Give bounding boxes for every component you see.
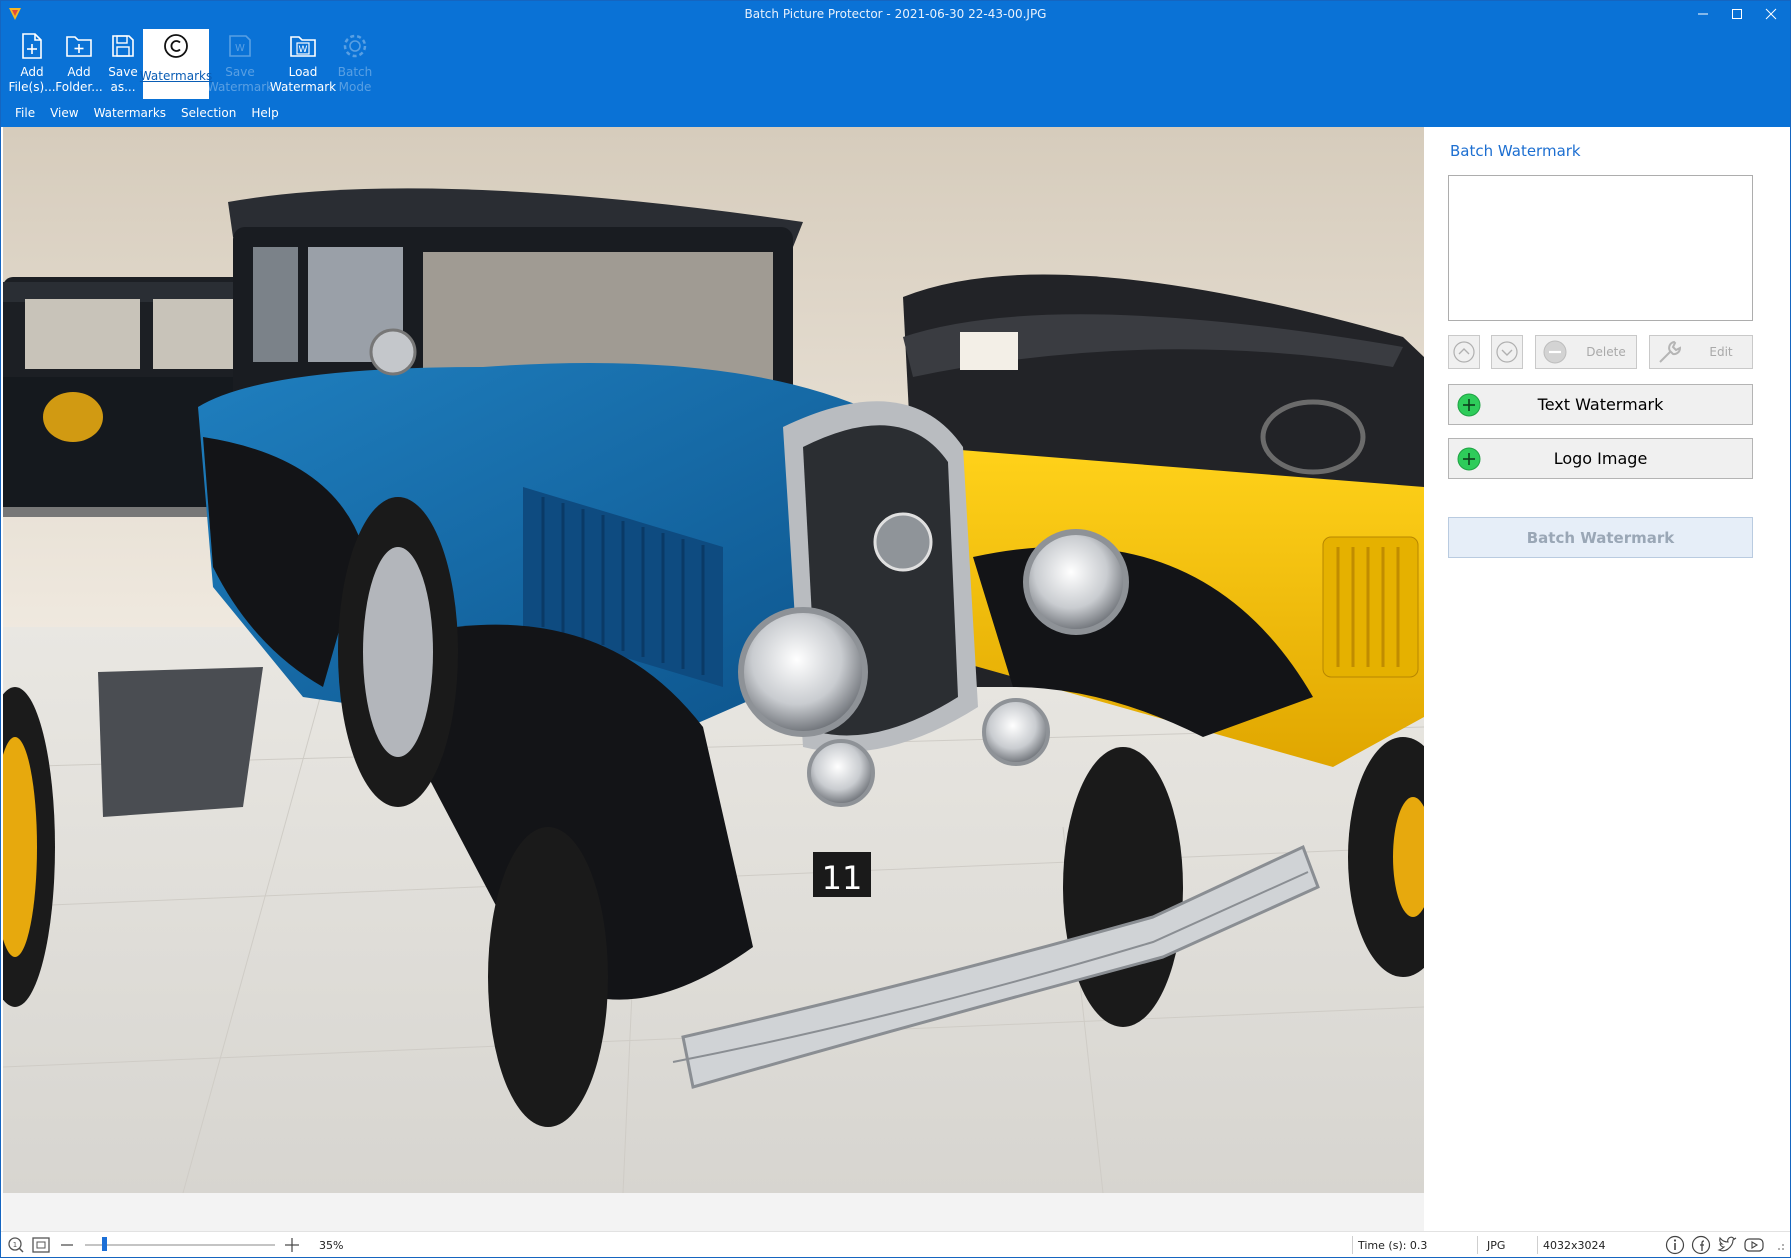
save-watermark-button[interactable]: W Save Watermark: [206, 29, 274, 99]
load-watermark-button[interactable]: W Load Watermark: [269, 29, 337, 99]
svg-text:11: 11: [822, 859, 863, 897]
add-folder-label: Add Folder...: [55, 65, 103, 94]
app-window: Batch Picture Protector - 2021-06-30 22-…: [0, 0, 1791, 1258]
resize-grip-icon: [1778, 1244, 1784, 1250]
batch-watermark-button[interactable]: Batch Watermark: [1448, 517, 1753, 558]
save-as-button[interactable]: Save as...: [103, 29, 143, 99]
save-icon: [112, 35, 134, 57]
delete-label: Delete: [1586, 345, 1626, 359]
text-watermark-label: Text Watermark: [1537, 395, 1664, 414]
menu-file[interactable]: File: [15, 106, 35, 120]
move-down-button[interactable]: [1491, 335, 1523, 369]
logo-image-label: Logo Image: [1553, 449, 1648, 468]
twitter-icon: [1717, 1236, 1737, 1252]
title-bar: Batch Picture Protector - 2021-06-30 22-…: [1, 1, 1790, 27]
add-icon: [1457, 447, 1481, 471]
ribbon: Batch Picture Protector - 2021-06-30 22-…: [1, 1, 1790, 127]
panel-title: Batch Watermark: [1450, 142, 1581, 160]
edit-button[interactable]: Edit: [1649, 335, 1753, 369]
menu-bar: File View Watermarks Selection Help: [15, 106, 294, 120]
youtube-icon: [1744, 1238, 1764, 1252]
close-icon: [1765, 8, 1777, 20]
zoom-value: 35%: [319, 1238, 344, 1252]
svg-text:1: 1: [13, 1241, 17, 1249]
move-up-button[interactable]: [1448, 335, 1480, 369]
edit-label: Edit: [1709, 345, 1733, 359]
minus-icon: [61, 1244, 73, 1246]
menu-watermarks[interactable]: Watermarks: [94, 106, 166, 120]
chevron-up-icon: [1453, 341, 1475, 363]
minimize-icon: [1698, 13, 1708, 15]
info-icon: [1665, 1235, 1685, 1255]
add-files-label: Add File(s)...: [8, 65, 56, 94]
canvas-bottom-strip: [3, 1193, 1424, 1231]
zoom-out-button[interactable]: [59, 1232, 75, 1258]
wrench-icon: [1659, 340, 1682, 363]
svg-text:W: W: [235, 43, 245, 54]
car-photo: 11: [3, 127, 1424, 1193]
delete-button[interactable]: Delete: [1535, 335, 1637, 369]
logo-image-button[interactable]: Logo Image: [1448, 438, 1753, 479]
window-title: Batch Picture Protector - 2021-06-30 22-…: [744, 7, 1047, 21]
zoom-search-button[interactable]: 1: [7, 1232, 25, 1258]
watermarks-button[interactable]: Watermarks: [139, 29, 213, 99]
batch-mode-label: Batch Mode: [337, 65, 373, 94]
watermark-list[interactable]: [1448, 175, 1753, 321]
watermark-panel: Batch Watermark Delete Edit Text Waterma…: [1425, 127, 1790, 1231]
divider: [1537, 1236, 1538, 1254]
menu-selection[interactable]: Selection: [181, 106, 236, 120]
time-value: Time (s): 0.3: [1358, 1238, 1428, 1252]
toolbar: Add File(s)... Add Folder... Save as... …: [8, 29, 375, 99]
load-watermark-label: Load Watermark: [269, 65, 337, 94]
info-button[interactable]: [1665, 1232, 1685, 1258]
youtube-button[interactable]: [1743, 1232, 1765, 1258]
save-watermark-label: Save Watermark: [206, 65, 274, 94]
zoom-in-button[interactable]: [283, 1232, 301, 1258]
facebook-icon: [1691, 1235, 1711, 1255]
divider: [1352, 1236, 1353, 1254]
copyright-icon: [164, 34, 188, 58]
add-folder-icon: [66, 36, 92, 57]
add-icon: [1457, 393, 1481, 417]
gear-icon: [343, 34, 367, 58]
add-folder-button[interactable]: Add Folder...: [55, 29, 103, 99]
zoom-slider-thumb[interactable]: [102, 1237, 107, 1251]
format-value: JPG: [1487, 1238, 1506, 1252]
fit-to-window-button[interactable]: [31, 1232, 51, 1258]
minus-icon: [1543, 340, 1567, 364]
fit-window-icon: [32, 1237, 50, 1253]
save-watermark-icon: W: [229, 35, 251, 57]
status-bar: 1 35% Time (s): 0.3 JPG 4032x3024: [1, 1231, 1790, 1257]
menu-help[interactable]: Help: [251, 106, 278, 120]
dimensions-value: 4032x3024: [1543, 1238, 1606, 1252]
maximize-button[interactable]: [1720, 1, 1754, 27]
close-button[interactable]: [1754, 1, 1788, 27]
batch-mode-button[interactable]: Batch Mode: [335, 29, 375, 99]
watermarks-label: Watermarks: [139, 69, 213, 83]
twitter-button[interactable]: [1717, 1232, 1739, 1258]
chevron-down-icon: [1496, 341, 1518, 363]
facebook-button[interactable]: [1691, 1232, 1711, 1258]
plus-icon: [285, 1238, 299, 1252]
add-file-icon: [22, 33, 42, 59]
text-watermark-button[interactable]: Text Watermark: [1448, 384, 1753, 425]
save-as-label: Save as...: [108, 65, 138, 94]
svg-text:W: W: [299, 45, 308, 55]
menu-view[interactable]: View: [50, 106, 78, 120]
divider: [1477, 1236, 1478, 1254]
zoom-slider[interactable]: [85, 1232, 275, 1258]
minimize-button[interactable]: [1686, 1, 1720, 27]
resize-grip[interactable]: [1773, 1232, 1785, 1258]
load-watermark-icon: W: [290, 36, 316, 57]
add-files-button[interactable]: Add File(s)...: [8, 29, 56, 99]
zoom-icon: 1: [8, 1237, 24, 1253]
maximize-icon: [1732, 9, 1742, 19]
image-canvas[interactable]: 11: [3, 127, 1424, 1193]
